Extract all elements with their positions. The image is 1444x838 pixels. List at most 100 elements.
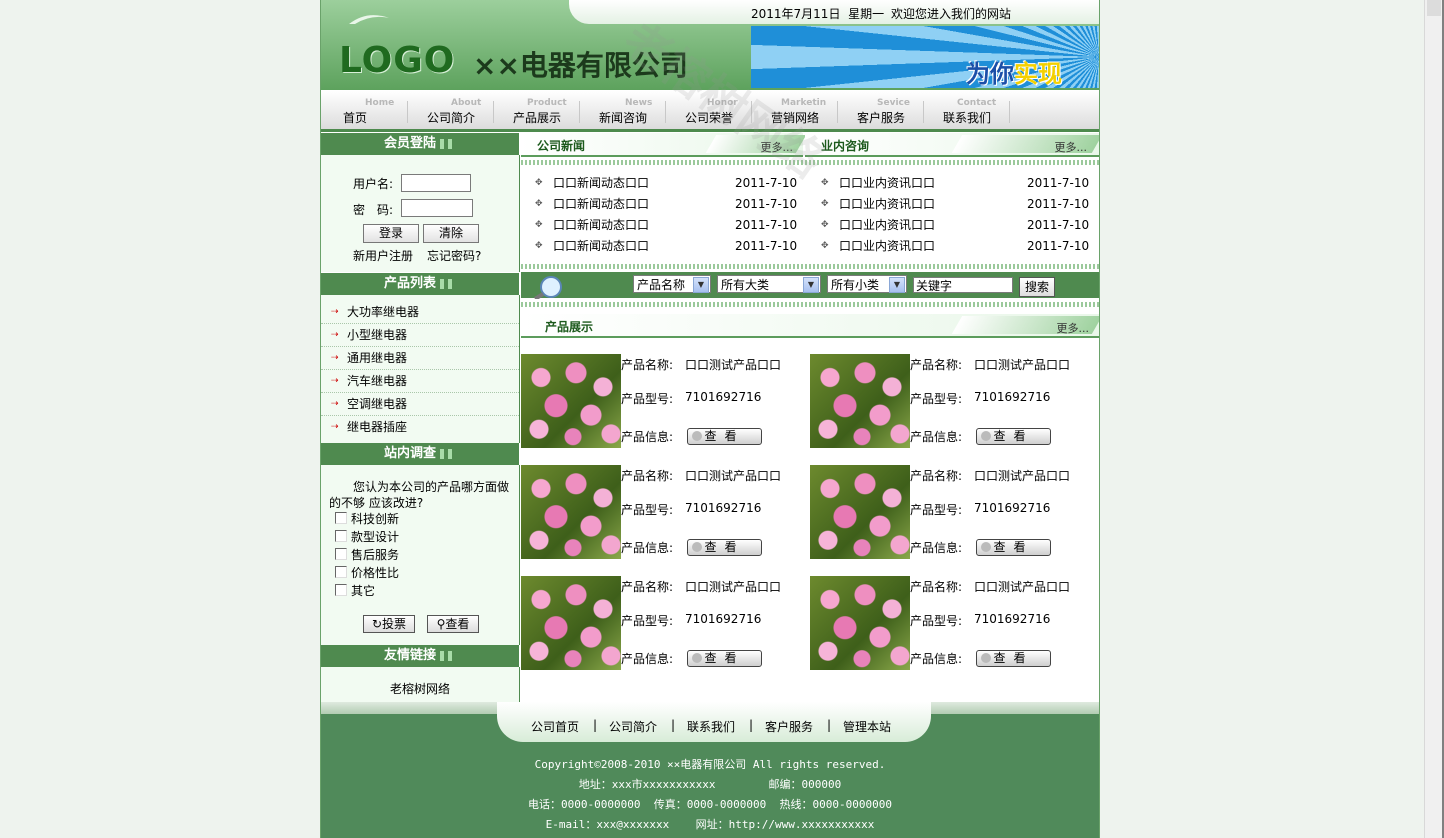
nav-separator <box>923 101 924 123</box>
site-logo[interactable]: LOGO <box>339 40 455 81</box>
survey-panel: 您认为本公司的产品哪方面做的不够 应该改进? 科技创新 款型设计 售后服务 价格… <box>321 465 520 645</box>
subcategory-select[interactable]: 所有小类 ▼ <box>827 275 907 293</box>
industry-item[interactable]: ✥ 口口业内资讯口口 2011-7-10 <box>821 215 1091 235</box>
vote-button[interactable]: ↻投票 <box>363 615 415 633</box>
product-image[interactable] <box>521 465 621 559</box>
product-category-item[interactable]: ⇢ 通用继电器 <box>321 347 519 370</box>
product-image[interactable] <box>810 576 910 670</box>
username-label: 用户名: <box>353 177 394 191</box>
register-link[interactable]: 新用户注册 <box>353 247 413 264</box>
view-product-button[interactable]: 查看 <box>687 650 762 667</box>
news-item[interactable]: ✥ 口口新闻动态口口 2011-7-10 <box>535 173 805 193</box>
product-category-item[interactable]: ⇢ 小型继电器 <box>321 324 519 347</box>
page-container: 2011年7月11日 星期一 欢迎您进入我们的网站 LOGO ××电器有限公司 … <box>320 0 1100 838</box>
arrow-icon: ⇢ <box>331 330 339 340</box>
footer-link-home[interactable]: 公司首页 <box>531 718 579 735</box>
footer-separator: | <box>827 718 832 732</box>
product-category-item[interactable]: ⇢ 大功率继电器 <box>321 301 519 324</box>
view-product-button[interactable]: 查看 <box>687 428 762 445</box>
survey-option[interactable]: 科技创新 <box>335 511 399 527</box>
search-field-select[interactable]: 产品名称 ▼ <box>633 275 711 293</box>
nav-news[interactable]: News 新闻咨询 <box>599 91 669 129</box>
product-category-item[interactable]: ⇢ 汽车继电器 <box>321 370 519 393</box>
slogan: 为你实现 <box>966 60 1062 88</box>
news-item[interactable]: ✥ 口口新闻动态口口 2011-7-10 <box>535 236 805 256</box>
news-item[interactable]: ✥ 口口新闻动态口口 2011-7-10 <box>535 215 805 235</box>
survey-option[interactable]: 其它 <box>335 583 375 599</box>
view-product-button[interactable]: 查看 <box>687 539 762 556</box>
product-image[interactable] <box>521 354 621 448</box>
nav-honor[interactable]: Honor 公司荣誉 <box>685 91 755 129</box>
product-category-item[interactable]: ⇢ 空调继电器 <box>321 393 519 416</box>
clear-button[interactable]: 清除 <box>423 224 479 243</box>
industry-item[interactable]: ✥ 口口业内资讯口口 2011-7-10 <box>821 194 1091 214</box>
nav-about[interactable]: About 公司简介 <box>427 91 497 129</box>
password-label: 密 码: <box>353 203 394 217</box>
news-item[interactable]: ✥ 口口新闻动态口口 2011-7-10 <box>535 194 805 214</box>
footer-link-contact[interactable]: 联系我们 <box>687 718 735 735</box>
nav-separator <box>665 101 666 123</box>
bullet-icon: ✥ <box>821 178 829 188</box>
current-date: 2011年7月11日 星期一 <box>751 7 885 21</box>
survey-option[interactable]: 价格性比 <box>335 565 399 581</box>
category-select[interactable]: 所有大类 ▼ <box>717 275 821 293</box>
news-more-link[interactable]: 更多... <box>761 139 794 155</box>
vote-icon: ↻ <box>371 617 383 631</box>
product-category-item[interactable]: ⇢ 继电器插座 <box>321 416 519 438</box>
view-product-button[interactable]: 查看 <box>976 650 1051 667</box>
view-results-button[interactable]: ⚲查看 <box>427 615 479 633</box>
forgot-password-link[interactable]: 忘记密码? <box>427 247 481 264</box>
view-product-button[interactable]: 查看 <box>976 428 1051 445</box>
login-button[interactable]: 登录 <box>363 224 419 243</box>
survey-option[interactable]: 款型设计 <box>335 529 399 545</box>
footer-link-service[interactable]: 客户服务 <box>765 718 813 735</box>
checkbox[interactable] <box>335 548 347 560</box>
nav-product[interactable]: Product 产品展示 <box>513 91 583 129</box>
footer-separator: | <box>671 718 676 732</box>
footer-link-admin[interactable]: 管理本站 <box>843 718 891 735</box>
password-input[interactable] <box>401 199 473 217</box>
showcase-more-link[interactable]: 更多... <box>1057 320 1090 336</box>
checkbox[interactable] <box>335 584 347 596</box>
circle-icon <box>981 542 991 552</box>
product-list-panel: ⇢ 大功率继电器 ⇢ 小型继电器 ⇢ 通用继电器 ⇢ 汽车继电器 ⇢ 空调继电器 ⇢ 继电器… <box>321 295 520 443</box>
footer-email: E-mail：xxx@xxxxxxx 网址：http://www.xxxxxxx… <box>545 818 875 831</box>
keyword-input[interactable]: 关键字 <box>913 277 1013 293</box>
checkbox[interactable] <box>335 566 347 578</box>
vertical-scrollbar[interactable] <box>1424 0 1443 838</box>
nav-marketing[interactable]: Marketin 营销网络 <box>771 91 841 129</box>
arrow-icon: ⇢ <box>331 399 339 409</box>
circle-icon <box>692 542 702 552</box>
checkbox[interactable] <box>335 512 347 524</box>
industry-item[interactable]: ✥ 口口业内资讯口口 2011-7-10 <box>821 173 1091 193</box>
nav-service[interactable]: Sevice 客户服务 <box>857 91 927 129</box>
nav-contact[interactable]: Contact 联系我们 <box>943 91 1013 129</box>
industry-more-link[interactable]: 更多... <box>1055 139 1088 155</box>
search-button[interactable]: 搜索 <box>1019 277 1055 297</box>
product-image[interactable] <box>810 465 910 559</box>
friend-link[interactable]: 老榕树网络 <box>390 680 450 697</box>
product-image[interactable] <box>810 354 910 448</box>
product-image[interactable] <box>521 576 621 670</box>
arrow-icon: ⇢ <box>331 353 339 363</box>
nav-separator <box>1009 101 1010 123</box>
bullet-icon: ✥ <box>535 220 543 230</box>
survey-option[interactable]: 售后服务 <box>335 547 399 563</box>
circle-icon <box>692 653 702 663</box>
username-input[interactable] <box>401 174 471 192</box>
nav-home[interactable]: Home 首页 <box>341 91 411 129</box>
chevron-down-icon: ▼ <box>889 277 905 293</box>
bullet-icon: ✥ <box>535 241 543 251</box>
chevron-down-icon: ▼ <box>803 277 819 293</box>
leaf-logo-icon <box>349 15 389 24</box>
view-product-button[interactable]: 查看 <box>976 539 1051 556</box>
search-bar: 产品名称 ▼ 所有大类 ▼ 所有小类 ▼ 关键字 搜索 <box>521 272 1099 299</box>
checkbox[interactable] <box>335 530 347 542</box>
bullet-icon: ✥ <box>821 199 829 209</box>
product-list-header: 产品列表 <box>321 273 519 295</box>
industry-header: 业内咨询 更多... <box>805 133 1099 157</box>
footer-link-about[interactable]: 公司简介 <box>609 718 657 735</box>
scrollbar-thumb[interactable] <box>1427 0 1441 16</box>
industry-item[interactable]: ✥ 口口业内资讯口口 2011-7-10 <box>821 236 1091 256</box>
chevron-down-icon: ▼ <box>693 277 709 293</box>
